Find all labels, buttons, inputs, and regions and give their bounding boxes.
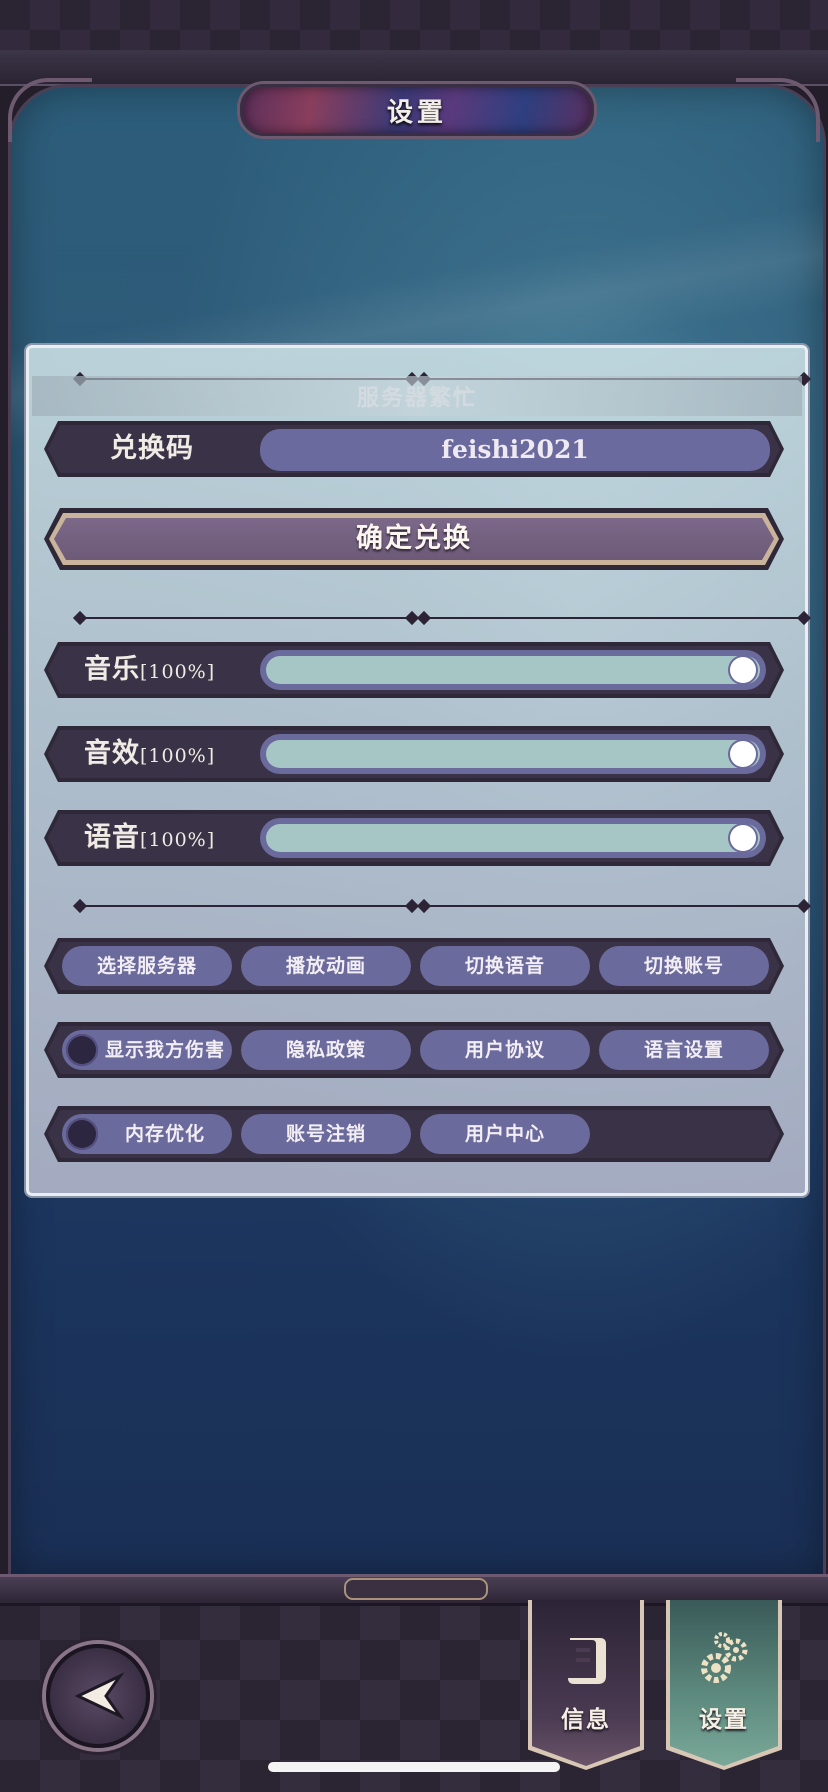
button-row-3: 内存优化 账号注销 用户中心 <box>44 1106 784 1162</box>
tab-info[interactable]: 信息 <box>528 1600 644 1770</box>
tab-settings-label: 设置 <box>699 1706 749 1733</box>
music-volume-row: 音乐[100%] <box>44 642 784 698</box>
server-status-banner: 服务器繁忙 <box>32 376 802 416</box>
frame-corner-right <box>736 78 820 142</box>
confirm-redeem-button[interactable]: 确定兑换 <box>44 508 784 570</box>
toggle-circle <box>66 1118 98 1150</box>
user-center-button[interactable]: 用户中心 <box>420 1114 590 1154</box>
sfx-volume-row: 音效[100%] <box>44 726 784 782</box>
gears-icon <box>701 1632 748 1683</box>
redeem-code-input[interactable] <box>260 429 770 471</box>
user-agreement-button[interactable]: 用户协议 <box>420 1030 590 1070</box>
confirm-redeem-label: 确定兑换 <box>356 523 472 554</box>
sfx-volume-slider[interactable] <box>260 734 766 774</box>
slider-fill <box>266 656 760 684</box>
divider-middle <box>72 610 812 626</box>
divider-lower <box>72 898 812 914</box>
redeem-code-row: 兑换码 <box>44 421 784 477</box>
play-animation-button[interactable]: 播放动画 <box>241 946 411 986</box>
voice-volume-slider[interactable] <box>260 818 766 858</box>
button-row-1: 选择服务器 播放动画 切换语音 切换账号 <box>44 938 784 994</box>
back-button[interactable] <box>46 1644 150 1748</box>
select-server-button[interactable]: 选择服务器 <box>62 946 232 986</box>
language-settings-button[interactable]: 语言设置 <box>599 1030 769 1070</box>
show-damage-label: 显示我方伤害 <box>104 1039 225 1061</box>
voice-volume-row: 语音[100%] <box>44 810 784 866</box>
sfx-volume-label: 音效[100%] <box>84 738 216 769</box>
top-frame <box>0 54 828 86</box>
button-row-2: 显示我方伤害 隐私政策 用户协议 语言设置 <box>44 1022 784 1078</box>
page-title: 设置 <box>386 97 447 128</box>
top-decor-strip <box>0 0 828 54</box>
memory-optimize-label: 内存优化 <box>124 1123 205 1145</box>
slider-knob[interactable] <box>730 741 756 767</box>
scroll-icon <box>568 1638 606 1684</box>
title-banner: 设置 <box>240 84 594 136</box>
delete-account-button[interactable]: 账号注销 <box>241 1114 411 1154</box>
bottom-ornament <box>344 1578 488 1600</box>
music-volume-label: 音乐[100%] <box>84 654 216 685</box>
tab-info-label: 信息 <box>561 1706 611 1733</box>
redeem-code-label: 兑换码 <box>110 433 194 464</box>
toggle-circle <box>66 1034 98 1066</box>
music-volume-slider[interactable] <box>260 650 766 690</box>
home-indicator <box>268 1762 560 1772</box>
tab-settings[interactable]: 设置 <box>666 1600 782 1770</box>
slider-fill <box>266 824 760 852</box>
frame-corner-left <box>8 78 92 142</box>
voice-volume-label: 语音[100%] <box>84 822 216 853</box>
privacy-policy-button[interactable]: 隐私政策 <box>241 1030 411 1070</box>
show-damage-toggle[interactable]: 显示我方伤害 <box>62 1030 232 1070</box>
slider-fill <box>266 740 760 768</box>
back-arrow-icon <box>74 1672 125 1720</box>
memory-optimize-toggle[interactable]: 内存优化 <box>62 1114 232 1154</box>
slider-knob[interactable] <box>730 657 756 683</box>
slider-knob[interactable] <box>730 825 756 851</box>
switch-voice-button[interactable]: 切换语音 <box>420 946 590 986</box>
switch-account-button[interactable]: 切换账号 <box>599 946 769 986</box>
server-status-text: 服务器繁忙 <box>356 385 477 411</box>
